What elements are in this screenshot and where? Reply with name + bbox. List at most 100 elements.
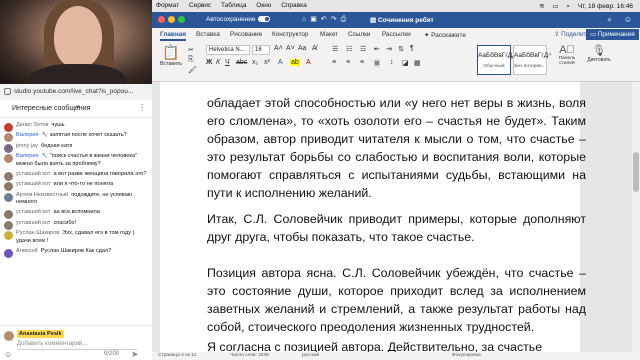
borders-icon[interactable]: ▦	[414, 59, 421, 67]
chat-message[interactable]: уставший кот а вот разве женщина говорила…	[0, 170, 152, 181]
text-effects-icon[interactable]: A	[278, 59, 283, 66]
chat-message[interactable]: Алексей Руслан Шакиров Как сдал?	[0, 247, 152, 258]
tab-insert[interactable]: Вставка	[196, 31, 220, 38]
superscript-icon[interactable]: x²	[264, 59, 270, 66]
chat-author[interactable]: уставший кот	[16, 209, 50, 215]
print-icon[interactable]: ⎙	[341, 16, 351, 23]
menu-tools[interactable]: Сервис	[189, 2, 211, 9]
vertical-scrollbar[interactable]	[632, 82, 640, 352]
chat-author[interactable]: Алексей	[16, 248, 38, 254]
align-center-icon[interactable]: ≡	[346, 59, 350, 66]
font-grow-icon[interactable]: A˄	[274, 45, 283, 52]
clear-format-icon[interactable]: A̸	[312, 45, 317, 52]
comment-input[interactable]: Добавить комментарий...	[17, 340, 137, 350]
tab-draw[interactable]: Рисование	[230, 31, 262, 38]
emoji-icon[interactable]: ☺	[4, 350, 12, 359]
save-icon[interactable]: ▣	[310, 16, 321, 23]
wifi-icon[interactable]: ≋	[539, 2, 544, 10]
tab-mailings[interactable]: Рассылки	[382, 31, 411, 38]
chat-author[interactable]: Денис Зотов	[16, 122, 48, 128]
multilevel-list-icon[interactable]: ☲	[360, 45, 366, 53]
document-page[interactable]: обладает этой способностью или «у него н…	[160, 82, 586, 354]
chat-author[interactable]: Валерия	[16, 153, 38, 159]
sort-icon[interactable]: ⇅	[398, 45, 404, 53]
font-name-select[interactable]: Helvetica N...	[206, 45, 250, 55]
style-no-spacing[interactable]: АаБбВвГгД Без интерва...	[513, 45, 548, 75]
language-indicator[interactable]: русский	[302, 353, 319, 358]
font-color-icon[interactable]: A	[306, 59, 311, 66]
menu-window[interactable]: Окно	[256, 2, 271, 9]
tab-home[interactable]: Главная	[160, 31, 186, 41]
tab-design[interactable]: Конструктор	[272, 31, 308, 38]
chat-message[interactable]: уставший кот аа все,вспомнила	[0, 208, 152, 220]
numbering-icon[interactable]: ☷	[346, 45, 352, 53]
undo-icon[interactable]: ↶	[321, 16, 331, 23]
chat-author[interactable]: уставший кот	[16, 181, 50, 187]
tab-references[interactable]: Ссылки	[348, 31, 371, 38]
increase-indent-icon[interactable]: ⇥	[386, 45, 392, 53]
chat-message[interactable]: Валерия 🔧 "поиск счастья в жизни человека"…	[0, 152, 152, 170]
body-paragraph[interactable]: Итак, С.Л. Соловейчик приводит примеры, …	[207, 210, 586, 246]
account-icon[interactable]: ☺	[624, 15, 632, 24]
chat-message[interactable]: Валерия 🔧 запятая после хочет сказать?	[0, 131, 152, 143]
redo-icon[interactable]: ↷	[331, 16, 341, 23]
bold-icon[interactable]: Ж	[206, 59, 212, 66]
chat-message[interactable]: Артем Неизвестный подождите, не успеваю н…	[0, 191, 152, 209]
chat-message[interactable]: уставший кот или я что-то не поняла	[0, 180, 152, 192]
chat-author[interactable]: уставший кот	[16, 171, 50, 177]
chat-author[interactable]: уставший кот	[16, 220, 50, 226]
more-options-icon[interactable]: ⋮	[138, 103, 146, 112]
chat-author[interactable]: Артем Неизвестный	[16, 192, 68, 198]
tab-layout[interactable]: Макет	[320, 31, 338, 38]
line-spacing-icon[interactable]: ↕	[390, 59, 394, 66]
shading-icon[interactable]: ◪	[402, 59, 409, 67]
body-paragraph[interactable]: обладает этой способностью или «у него н…	[207, 94, 586, 202]
copy-icon[interactable]: ⎘	[188, 56, 194, 64]
menu-table[interactable]: Таблица	[221, 2, 247, 9]
highlight-icon[interactable]: ab	[290, 59, 300, 66]
chat-message[interactable]: уставший кот спасибо!	[0, 219, 152, 230]
style-normal[interactable]: АаБбВвГгДд Обычный	[477, 45, 516, 75]
minimize-window-button[interactable]	[168, 16, 175, 23]
zoom-window-button[interactable]	[178, 16, 185, 23]
clock[interactable]: Чт, 18 февр. 16:46	[578, 3, 633, 10]
send-icon[interactable]: ➤	[131, 349, 139, 360]
change-case-icon[interactable]: Aa	[298, 45, 307, 52]
decrease-indent-icon[interactable]: ⇤	[374, 45, 380, 53]
font-shrink-icon[interactable]: A˅	[286, 45, 295, 52]
show-marks-icon[interactable]: ¶	[410, 45, 414, 52]
scroll-thumb[interactable]	[633, 152, 639, 192]
chat-author[interactable]: Руслан Шакиров	[16, 230, 59, 236]
underline-icon[interactable]: Ч	[225, 59, 230, 66]
align-left-icon[interactable]: ≡	[332, 59, 336, 66]
spotlight-icon[interactable]: ⌕	[566, 3, 570, 11]
focus-mode[interactable]: Фокусировка	[452, 353, 481, 358]
chevron-down-icon[interactable]: ▼	[75, 105, 81, 111]
menu-format[interactable]: Формат	[156, 2, 179, 9]
menu-help[interactable]: Справка	[281, 2, 307, 9]
word-count[interactable]: Число слов: 3436	[230, 353, 269, 358]
align-right-icon[interactable]: ≡	[360, 59, 364, 66]
dictate-button[interactable]: 🎙 Диктовать	[586, 44, 612, 63]
page-indicator[interactable]: Страница 4 из 11	[158, 353, 196, 358]
justify-icon[interactable]: ≣	[374, 59, 380, 67]
styles-pane-button[interactable]: A⃞ Панель стилей	[556, 44, 578, 67]
italic-icon[interactable]: К	[216, 59, 220, 66]
search-icon[interactable]: ⌕	[608, 15, 612, 25]
paste-button[interactable]: 📋 Вставить	[160, 44, 182, 67]
format-painter-icon[interactable]: 🖌	[188, 66, 197, 74]
body-paragraph[interactable]: Позиция автора ясна. С.Л. Соловейчик убе…	[207, 264, 586, 336]
cut-icon[interactable]: ✂	[188, 46, 194, 54]
bullets-icon[interactable]: ☰	[332, 45, 338, 53]
chat-url-bar[interactable]: studio.youtube.com/live_chat?is_popou...	[0, 84, 152, 100]
strikethrough-icon[interactable]: abc	[236, 59, 247, 66]
battery-icon[interactable]: ▭	[552, 2, 558, 10]
chevron-right-icon[interactable]: ›	[549, 52, 551, 58]
home-icon[interactable]: ⌂	[302, 16, 310, 23]
font-size-select[interactable]: 16	[252, 45, 270, 55]
comments-button[interactable]: ▭ Примечания	[586, 29, 639, 40]
autosave-toggle[interactable]: Автосохранение	[206, 16, 270, 23]
chat-message[interactable]: Денис Зотов чушь	[0, 121, 152, 132]
chat-message[interactable]: Руслан Шакиров Эхх, сдавал егэ в том году…	[0, 229, 152, 247]
chat-message[interactable]: jenny jay бедная катя	[0, 142, 152, 153]
